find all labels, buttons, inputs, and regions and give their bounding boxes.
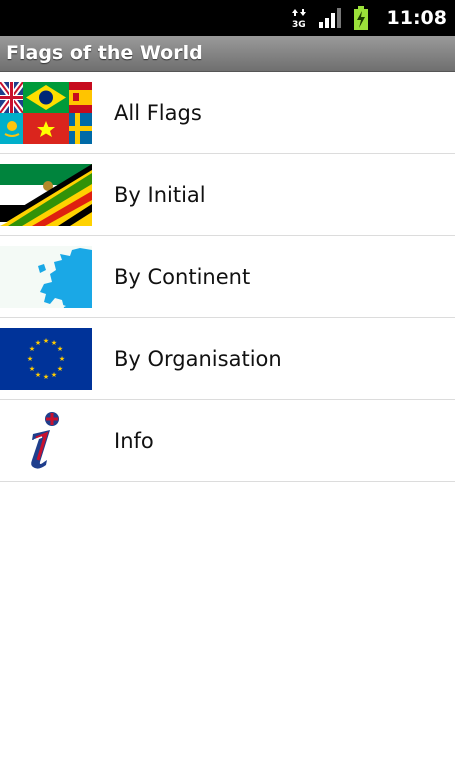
menu-list: All Flags By Initial By Continent ★ ★ ★ … [0, 72, 455, 759]
data-3g-icon: 3G [291, 9, 306, 29]
menu-item-by-continent[interactable]: By Continent [0, 236, 455, 318]
menu-item-all-flags[interactable]: All Flags [0, 72, 455, 154]
menu-item-label: By Organisation [114, 346, 282, 371]
menu-item-info[interactable]: Info [0, 400, 455, 482]
menu-item-by-initial[interactable]: By Initial [0, 154, 455, 236]
europe-map-icon [0, 245, 92, 308]
signal-icon [318, 8, 341, 28]
svg-text:★: ★ [43, 337, 49, 345]
status-icons: 3G 11:08 [291, 0, 447, 36]
app-title: Flags of the World [6, 42, 203, 64]
svg-text:★: ★ [35, 339, 41, 347]
svg-text:3G: 3G [292, 20, 306, 29]
status-time: 11:08 [386, 7, 447, 29]
status-bar: 3G 11:08 [0, 0, 455, 36]
menu-item-label: By Initial [114, 182, 206, 207]
svg-text:★: ★ [27, 355, 33, 363]
menu-item-label: By Continent [114, 264, 251, 289]
svg-text:★: ★ [59, 355, 65, 363]
menu-item-label: All Flags [114, 100, 202, 125]
menu-item-label: Info [114, 428, 154, 453]
diagonal-flags-icon [0, 163, 92, 226]
title-bar: Flags of the World [0, 36, 455, 72]
svg-text:★: ★ [57, 365, 63, 373]
svg-text:★: ★ [57, 345, 63, 353]
info-i-icon [0, 409, 92, 472]
eu-flag-icon: ★ ★ ★ ★ ★ ★ ★ ★ ★ ★ ★ ★ [0, 327, 92, 390]
svg-text:★: ★ [35, 371, 41, 379]
flags-collage-icon [0, 81, 92, 144]
svg-text:★: ★ [51, 371, 57, 379]
svg-text:★: ★ [43, 373, 49, 381]
battery-charging-icon [353, 6, 368, 30]
menu-item-by-organisation[interactable]: ★ ★ ★ ★ ★ ★ ★ ★ ★ ★ ★ ★ By Organisation [0, 318, 455, 400]
svg-text:★: ★ [29, 365, 35, 373]
